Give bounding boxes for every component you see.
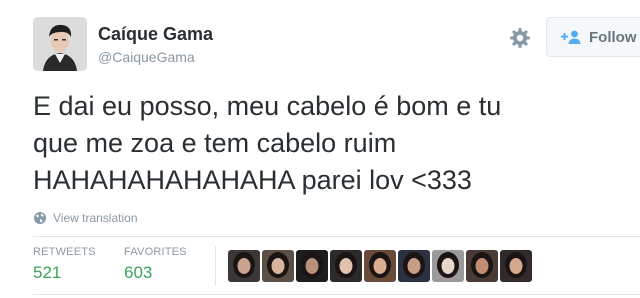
follow-button[interactable]: Follow — [546, 17, 640, 57]
favorites-count: 603 — [124, 263, 153, 282]
favoriter-avatars — [228, 250, 532, 282]
favoriter-avatar[interactable] — [296, 250, 328, 282]
tweet-line: HAHAHAHAHAHAHA parei lov <333 — [33, 165, 472, 195]
favoriter-avatar[interactable] — [364, 250, 396, 282]
favoriter-avatar[interactable] — [398, 250, 430, 282]
view-translation-link[interactable]: View translation — [33, 211, 138, 225]
view-translation-label: View translation — [53, 211, 138, 225]
stats-separator — [215, 246, 216, 286]
favoriter-avatar[interactable] — [466, 250, 498, 282]
favorites-label: FAVORITES — [124, 246, 187, 258]
add-user-icon — [561, 30, 581, 44]
stats-divider-bottom — [33, 294, 640, 295]
retweets-stat[interactable]: RETWEETS 521 — [33, 246, 96, 283]
gear-icon[interactable] — [508, 26, 532, 50]
favorites-stat[interactable]: FAVORITES 603 — [124, 246, 187, 283]
favoriter-avatar[interactable] — [500, 250, 532, 282]
avatar-image — [33, 17, 87, 71]
favoriter-avatar[interactable] — [330, 250, 362, 282]
profile-avatar[interactable] — [33, 17, 87, 71]
tweet-text: E dai eu posso, meu cabelo é bom e tu qu… — [33, 88, 633, 199]
display-name[interactable]: Caíque Gama — [98, 24, 213, 45]
user-handle[interactable]: @CaiqueGama — [98, 49, 195, 65]
stats-divider-top — [33, 236, 640, 237]
retweets-count: 521 — [33, 263, 62, 282]
tweet-line: E dai eu posso, meu cabelo é bom e tu — [33, 91, 502, 121]
tweet-line: que me zoa e tem cabelo ruim — [33, 128, 397, 158]
retweets-label: RETWEETS — [33, 246, 96, 258]
favoriter-avatar[interactable] — [228, 250, 260, 282]
follow-label: Follow — [589, 28, 637, 46]
favoriter-avatar[interactable] — [262, 250, 294, 282]
globe-icon — [34, 212, 46, 224]
favoriter-avatar[interactable] — [432, 250, 464, 282]
